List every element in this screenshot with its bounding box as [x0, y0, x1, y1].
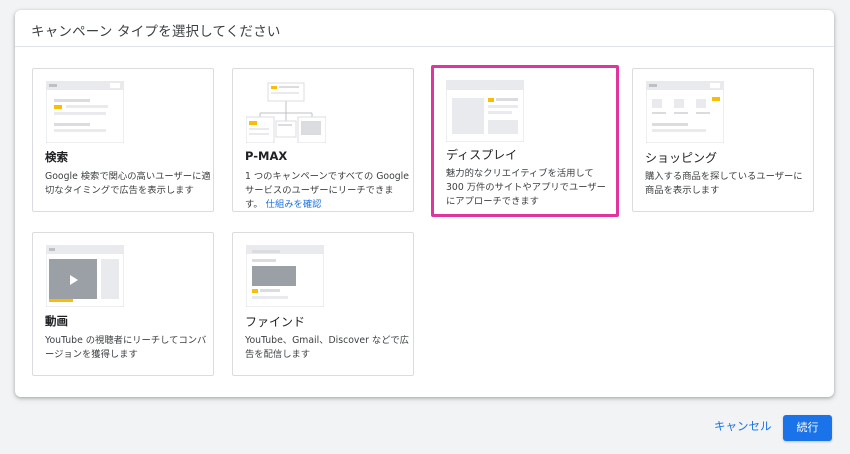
display-illustration-icon [446, 80, 524, 142]
campaign-card-name: ショッピング [645, 151, 718, 165]
learn-more-link[interactable]: 仕組みを確認 [266, 199, 322, 210]
title-divider [15, 46, 834, 47]
campaign-card-discovery[interactable]: ファインド YouTube、Gmail、Discover などで広告を配信します [232, 232, 414, 376]
campaign-card-video[interactable]: 動画 YouTube の視聴者にリーチしてコンバージョンを獲得します [32, 232, 214, 376]
campaign-card-description: 1 つのキャンペーンですべての Google サービスのユーザーにリーチできます… [245, 170, 411, 212]
campaign-card-name: 検索 [45, 150, 68, 164]
campaign-card-shopping[interactable]: ショッピング 購入する商品を探しているユーザーに商品を表示します [632, 68, 814, 212]
campaign-card-display[interactable]: ディスプレイ 魅力的なクリエイティブを活用して 300 万件のサイトやアプリでユ… [431, 65, 619, 217]
campaign-card-description: 購入する商品を探しているユーザーに商品を表示します [645, 171, 803, 196]
cancel-button[interactable]: キャンセル [714, 418, 772, 434]
search-illustration-icon [46, 81, 124, 143]
campaign-card-description: Google 検索で関心の高いユーザーに適切なタイミングで広告を表示します [45, 171, 211, 196]
continue-button[interactable]: 続行 [783, 415, 832, 441]
shopping-illustration-icon [646, 81, 724, 143]
campaign-card-name: ファインド [245, 315, 306, 329]
pmax-illustration-icon [246, 82, 326, 143]
discovery-illustration-icon [246, 245, 324, 307]
campaign-card-description: YouTube、Gmail、Discover などで広告を配信します [245, 335, 409, 360]
campaign-card-description: YouTube の視聴者にリーチしてコンバージョンを獲得します [45, 335, 207, 360]
dialog-title: キャンペーン タイプを選択してください [31, 24, 281, 40]
campaign-card-name: P-MAX [245, 149, 288, 163]
campaign-card-name: 動画 [45, 314, 68, 328]
campaign-card-name: ディスプレイ [446, 148, 518, 162]
campaign-card-search[interactable]: 検索 Google 検索で関心の高いユーザーに適切なタイミングで広告を表示します [32, 68, 214, 212]
campaign-card-pmax[interactable]: P-MAX 1 つのキャンペーンですべての Google サービスのユーザーにリ… [232, 68, 414, 212]
video-illustration-icon [46, 245, 124, 307]
campaign-type-dialog: キャンペーン タイプを選択してください 検索 Google 検索で関心の高いユー… [15, 10, 834, 397]
campaign-card-description: 魅力的なクリエイティブを活用して 300 万件のサイトやアプリでユーザーにアプロ… [446, 168, 606, 207]
